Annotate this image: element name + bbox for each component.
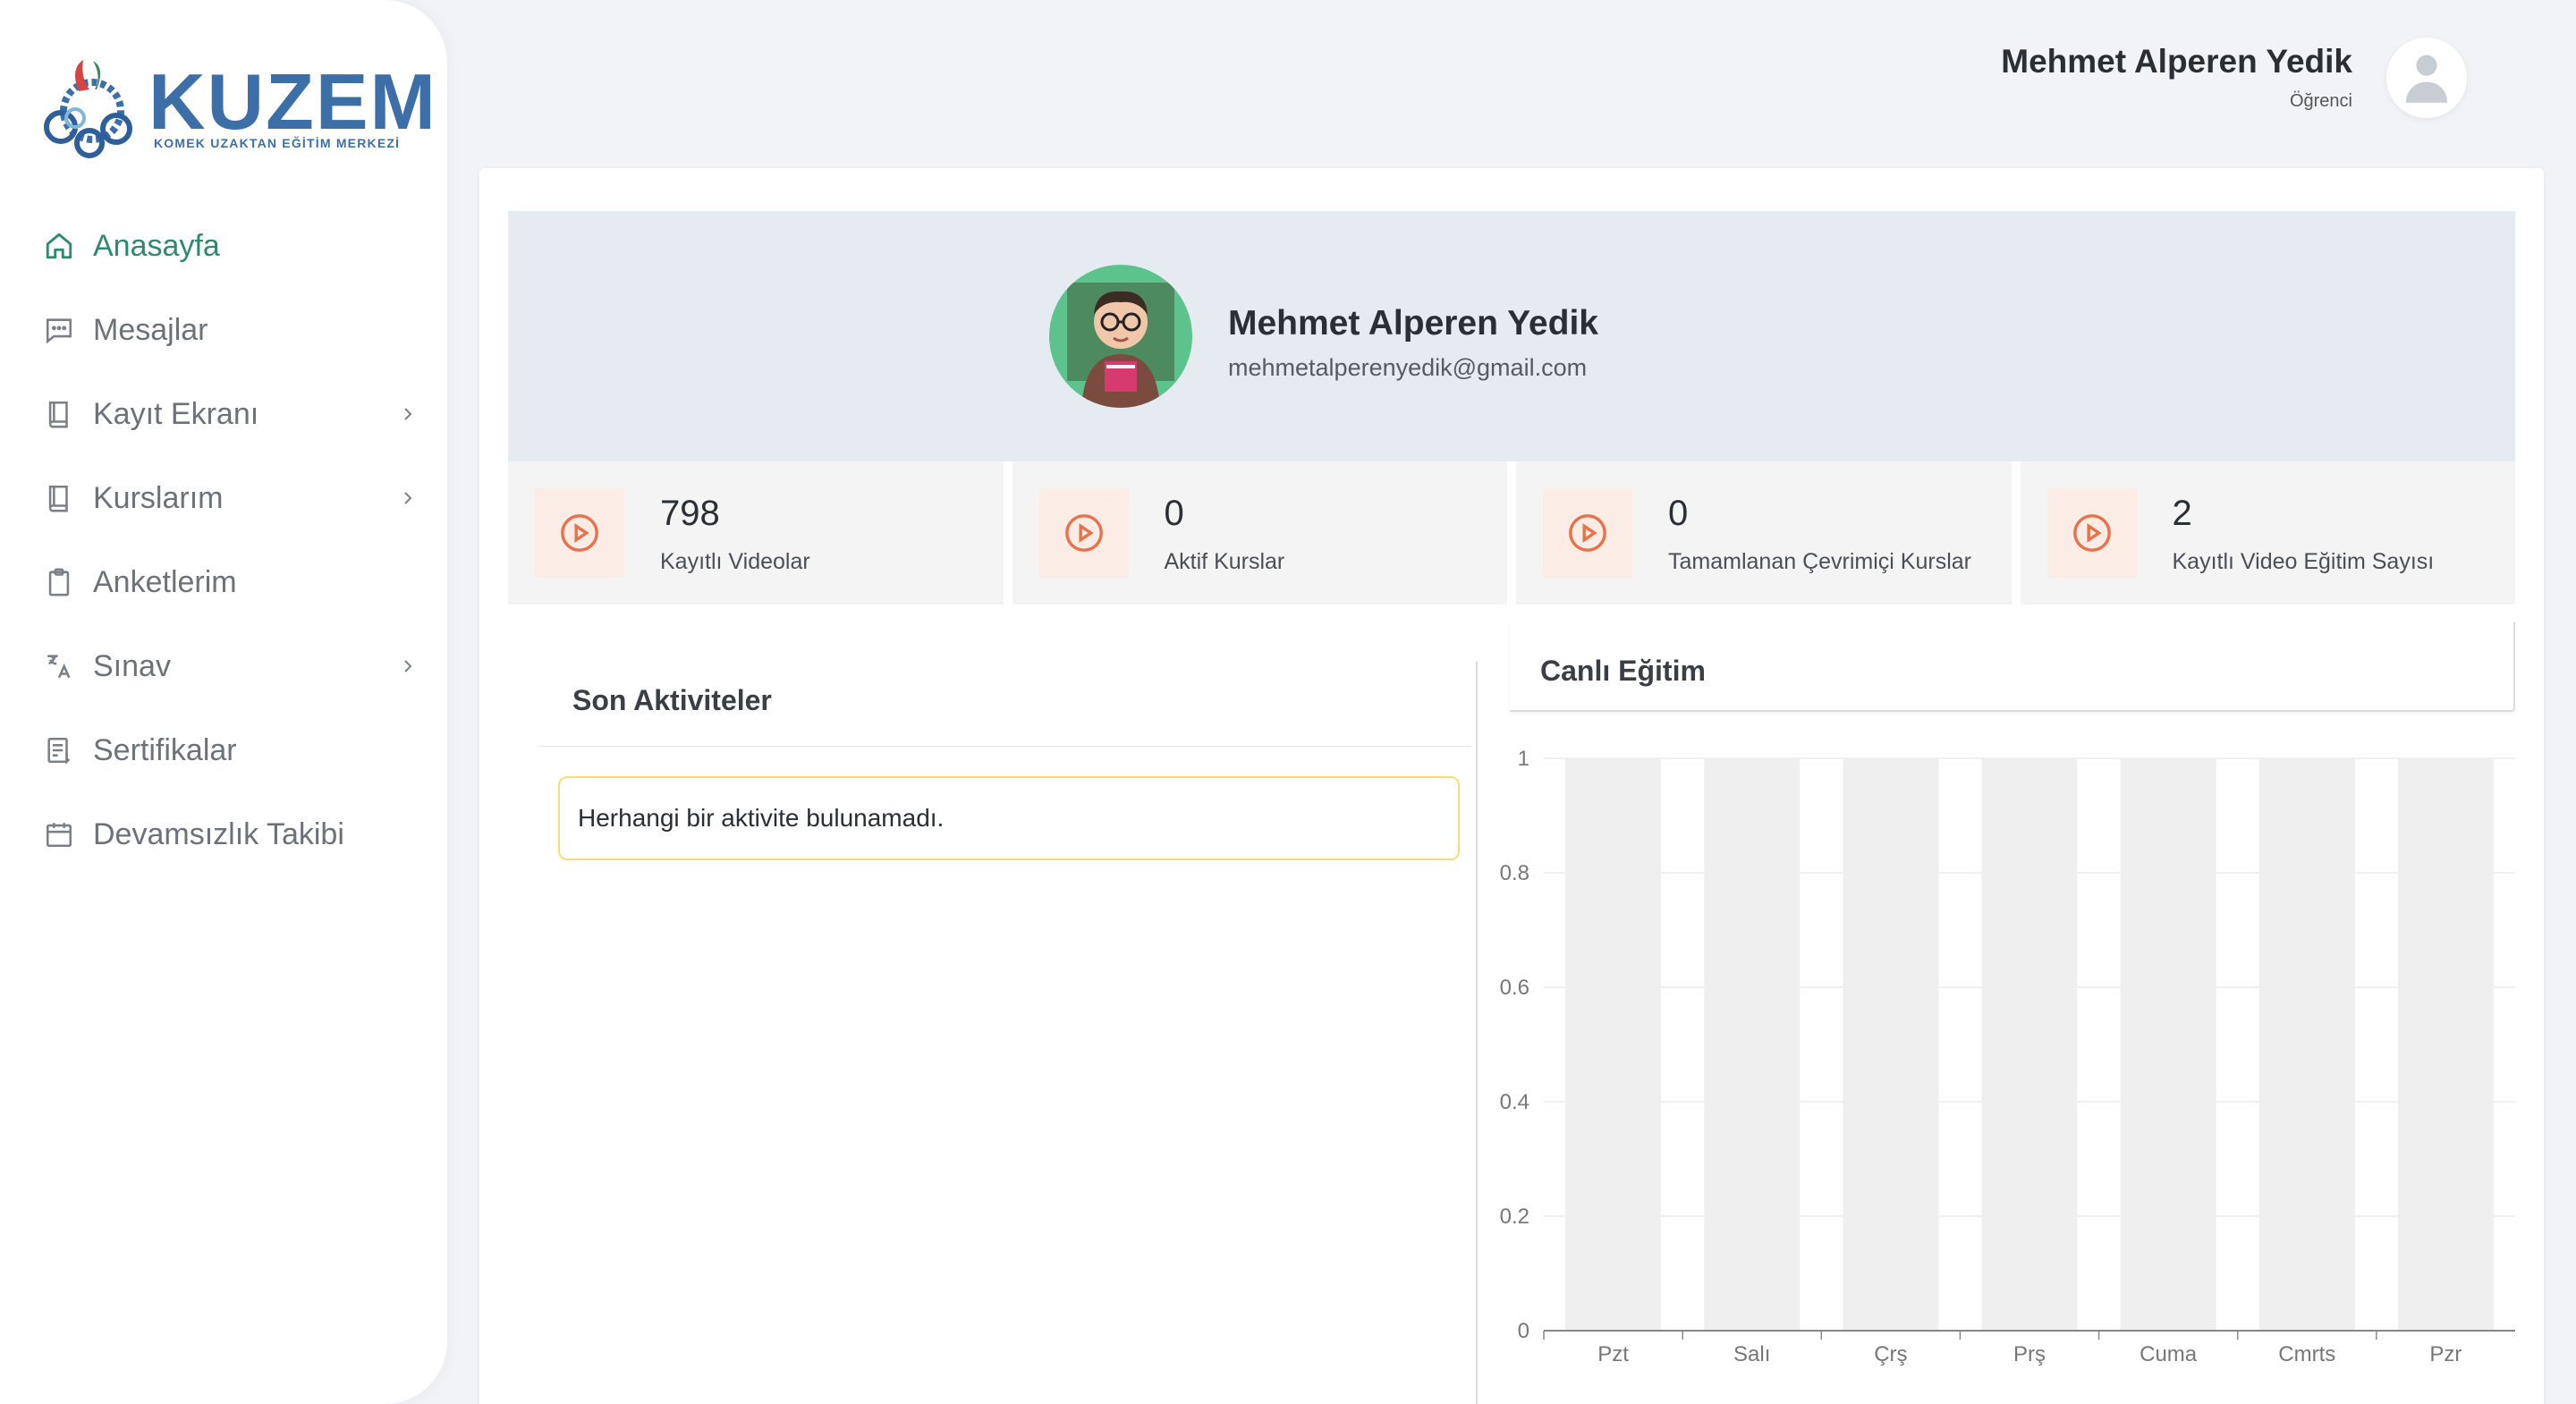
- book-icon: [43, 482, 75, 514]
- stat-value: 798: [660, 494, 720, 533]
- play-circle-icon: [1543, 488, 1632, 578]
- stat-label: Aktif Kurslar: [1164, 549, 1285, 574]
- kuzem-logo[interactable]: KUZEM KOMEK UZAKTAN EĞİTİM MERKEZİ: [43, 47, 436, 163]
- sidebar-item-label: Sertifikalar: [93, 732, 237, 767]
- student-avatar-icon: [1067, 283, 1174, 408]
- y-tick-label: 0.4: [1500, 1090, 1530, 1114]
- bar-background: [2258, 758, 2355, 1331]
- activities-title: Son Aktiviteler: [572, 684, 772, 716]
- sidebar-item-kurslarim[interactable]: Kurslarım: [43, 456, 419, 540]
- dashboard-card: Mehmet Alperen Yedik mehmetalperenyedik@…: [479, 168, 2544, 1404]
- y-tick-label: 0.2: [1500, 1205, 1530, 1229]
- x-tick-label: Cuma: [2140, 1342, 2198, 1366]
- chevron-right-icon: [404, 660, 412, 672]
- stat-label: Tamamlanan Çevrimiçi Kurslar: [1668, 549, 1971, 574]
- x-tick-label: Pzr: [2429, 1342, 2462, 1366]
- live-training-title: Canlı Eğitim: [1540, 655, 1706, 687]
- profile-name: Mehmet Alperen Yedik: [1228, 304, 1598, 343]
- calendar-icon: [43, 818, 75, 850]
- bar-background: [2397, 758, 2494, 1331]
- play-circle-icon: [1038, 488, 1129, 578]
- y-tick-label: 0: [1518, 1319, 1530, 1343]
- translate-icon: [43, 650, 75, 682]
- sidebar: KUZEM KOMEK UZAKTAN EĞİTİM MERKEZİ Anasa…: [0, 0, 447, 1404]
- stat-label: Kayıtlı Video Eğitim Sayısı: [2172, 549, 2435, 574]
- sidebar-item-anketlerim[interactable]: Anketlerim: [43, 540, 419, 624]
- column-divider: [1476, 662, 1478, 1404]
- profile-email: mehmetalperenyedik@gmail.com: [1228, 354, 1588, 381]
- y-tick-label: 0.8: [1500, 861, 1530, 885]
- logo-emblem-icon: [44, 60, 132, 158]
- y-tick-label: 1: [1518, 747, 1530, 771]
- header-user-name: Mehmet Alperen Yedik: [2001, 43, 2352, 80]
- x-tick-label: Cmrts: [2278, 1342, 2335, 1366]
- chevron-right-icon: [404, 492, 412, 504]
- bar-background: [1565, 758, 1662, 1331]
- play-circle-icon: [2046, 488, 2137, 578]
- bar-background: [1843, 758, 1939, 1331]
- stat-label: Kayıtlı Videolar: [660, 549, 810, 574]
- sidebar-item-label: Anketlerim: [93, 564, 237, 599]
- live-training-header: Canlı Eğitim: [1510, 622, 2515, 712]
- x-tick-label: Çrş: [1874, 1342, 1907, 1366]
- sidebar-item-label: Mesajlar: [93, 312, 208, 347]
- user-icon: [2405, 55, 2448, 103]
- stat-value: 2: [2172, 494, 2192, 533]
- stat-card-kayitli-videolar[interactable]: 798 Kayıtlı Videolar: [508, 461, 1004, 605]
- sidebar-item-label: Kurslarım: [93, 480, 224, 515]
- x-tick-label: Salı: [1733, 1342, 1770, 1366]
- header-avatar[interactable]: [2386, 38, 2467, 118]
- chevron-right-icon: [404, 408, 412, 420]
- y-tick-label: 0.6: [1500, 976, 1530, 1000]
- sidebar-item-sinav[interactable]: Sınav: [43, 624, 419, 708]
- activities-empty-alert: Herhangi bir aktivite bulunamadı.: [558, 776, 1460, 860]
- sidebar-item-mesajlar[interactable]: Mesajlar: [43, 288, 419, 372]
- activities-divider: [540, 746, 1472, 747]
- sidebar-item-label: Kayıt Ekranı: [93, 396, 259, 431]
- profile-banner: Mehmet Alperen Yedik mehmetalperenyedik@…: [508, 211, 2515, 461]
- play-circle-icon: [535, 488, 624, 578]
- bar-background: [1704, 758, 1801, 1331]
- profile-avatar: [1049, 265, 1192, 408]
- bar-background: [2120, 758, 2216, 1331]
- stats-row: 798 Kayıtlı Videolar 0 Aktif Kurslar 0 T…: [508, 461, 2515, 605]
- sidebar-item-anasayfa[interactable]: Anasayfa: [43, 204, 419, 288]
- stat-value: 0: [1668, 494, 1689, 533]
- header-user-info[interactable]: Mehmet Alperen Yedik Öğrenci: [2001, 43, 2352, 112]
- message-icon: [43, 314, 75, 346]
- sidebar-item-label: Anasayfa: [93, 228, 220, 263]
- logo-subtitle: KOMEK UZAKTAN EĞİTİM MERKEZİ: [154, 136, 401, 150]
- x-tick-label: Prş: [2013, 1342, 2046, 1366]
- home-icon: [43, 230, 75, 262]
- logo-text: KUZEM: [148, 57, 437, 146]
- live-training-chart: 0 0.2 0.4 0.6 0.8 1 Pzt Salı Çrş Prş Cuma Cmrts Pzr: [1500, 747, 2515, 1366]
- stat-value: 0: [1164, 494, 1184, 533]
- sidebar-item-kayit-ekrani[interactable]: Kayıt Ekranı: [43, 372, 419, 456]
- sidebar-item-label: Sınav: [93, 648, 171, 683]
- sidebar-item-devamsizlik-takibi[interactable]: Devamsızlık Takibi: [43, 792, 419, 876]
- sidebar-nav: Anasayfa Mesajlar Kayıt Ekranı Kurslarım: [43, 204, 419, 876]
- x-tick-label: Pzt: [1597, 1342, 1629, 1366]
- stat-card-aktif-kurslar[interactable]: 0 Aktif Kurslar: [1012, 461, 1507, 605]
- sidebar-item-sertifikalar[interactable]: Sertifikalar: [43, 708, 419, 792]
- header-user-role: Öğrenci: [2289, 91, 2352, 111]
- book-icon: [43, 398, 75, 430]
- certificate-icon: [43, 734, 75, 766]
- bar-background: [1981, 758, 2078, 1331]
- clipboard-icon: [43, 566, 75, 598]
- sidebar-item-label: Devamsızlık Takibi: [93, 816, 344, 851]
- stat-card-video-egitim-sayisi[interactable]: 2 Kayıtlı Video Eğitim Sayısı: [2020, 461, 2515, 605]
- stat-card-tamamlanan-kurslar[interactable]: 0 Tamamlanan Çevrimiçi Kurslar: [1516, 461, 2012, 605]
